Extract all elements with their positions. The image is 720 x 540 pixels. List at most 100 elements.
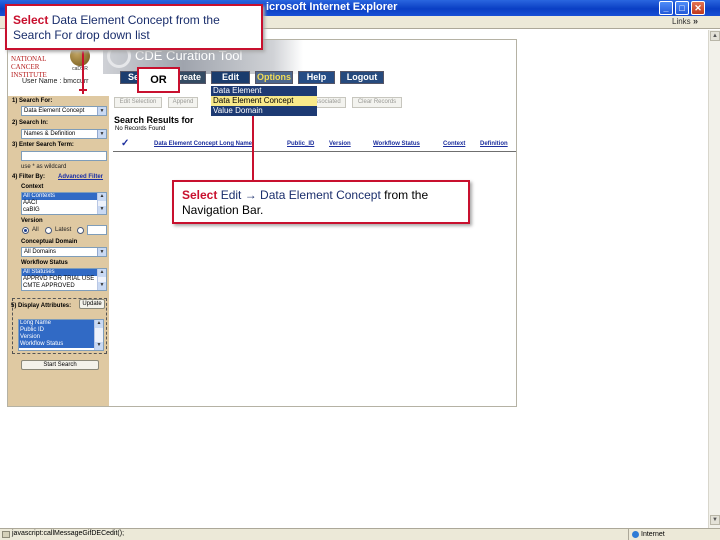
scroll-down-icon[interactable]: ▼ [710,515,720,525]
nav-options-button[interactable]: Options [255,71,293,84]
vertical-scrollbar[interactable]: ▲ ▼ [708,30,720,528]
nav-help-button[interactable]: Help [298,71,335,84]
update-button[interactable]: Update [79,299,105,309]
conceptual-domain-value: All Domains [24,249,57,255]
chevron-down-icon[interactable]: ▼ [95,342,103,350]
version-number-radio[interactable] [77,227,84,234]
arrow-right-icon: → [244,188,257,202]
cadsr-logo: caDSR [68,46,92,74]
list-item[interactable]: All Contexts [22,193,106,200]
display-attributes-group: 5) Display Attributes: Update Long Name … [11,298,107,354]
status-bar: javascript:callMessageGifDECedit(); Inte… [0,528,720,540]
status-message: javascript:callMessageGifDECedit(); [12,530,125,537]
version-latest-radio[interactable] [45,227,52,234]
links-toolbar[interactable]: Links [672,17,691,26]
close-icon[interactable]: ✕ [691,1,705,15]
app-title: CDE Curation Tool [135,48,243,63]
callout-keyword: Select [13,13,49,27]
conceptual-domain-label: Conceptual Domain [21,239,78,245]
listbox-scrollbar[interactable]: ▲ ▼ [94,320,103,350]
callout-connector-line [252,114,254,186]
filter-by-label: 4) Filter By: [12,174,46,180]
list-item[interactable]: caBIG [22,207,106,214]
workflow-status-listbox[interactable]: All Statuses APPRVD FOR TRIAL USE CMTE A… [21,268,107,291]
listbox-scrollbar[interactable]: ▲ ▼ [97,193,106,214]
chevron-icon[interactable]: » [693,16,698,26]
callout-text: Edit [217,188,245,202]
list-item[interactable]: All Statuses [22,269,106,276]
list-item[interactable]: Version [19,334,103,341]
instruction-callout-edit-menu: Select Edit → Data Element Concept from … [172,180,470,224]
append-button[interactable]: Append [168,97,198,108]
callout-connector-line [82,51,84,94]
chevron-down-icon[interactable]: ▼ [98,206,106,214]
column-workflow-status[interactable]: Workflow Status [373,141,420,147]
cadsr-label: caDSR [72,66,88,72]
edit-dropdown-menu: Data Element Data Element Concept Value … [211,86,317,116]
list-item[interactable]: APPRVD FOR TRIAL USE [22,276,106,283]
no-records-label: No Records Found [115,126,166,132]
callout-keyword: Select [182,188,218,202]
column-version[interactable]: Version [329,141,351,147]
list-item[interactable]: Public ID [19,327,103,334]
window-title: icrosoft Internet Explorer [266,1,398,13]
callout-connector-line [79,89,87,91]
menu-item-data-element[interactable]: Data Element [211,86,317,96]
chevron-up-icon[interactable]: ▲ [98,269,106,277]
display-attributes-label: 5) Display Attributes: [11,303,72,309]
wildcard-note: use * as wildcard [21,164,67,170]
or-label: OR [137,67,180,93]
search-results-title: Search Results for [114,115,194,125]
search-panel: 1) Search For: Data Element Concept ▼ 2)… [8,96,109,406]
chevron-down-icon[interactable]: ▼ [98,282,106,290]
check-icon[interactable]: ✓ [121,138,129,149]
display-attributes-listbox[interactable]: Long Name Public ID Version Workflow Sta… [18,319,104,351]
list-item[interactable]: Long Name [19,320,103,327]
column-context[interactable]: Context [443,141,465,147]
menu-item-data-element-concept[interactable]: Data Element Concept [211,96,317,106]
workflow-status-label: Workflow Status [21,260,68,266]
list-item[interactable]: CMTE APPROVED [22,283,106,290]
search-for-select[interactable]: Data Element Concept ▼ [21,106,107,116]
search-in-label: 2) Search In: [12,120,49,126]
security-zone: Internet [628,529,665,540]
version-latest-label: Latest [55,227,72,233]
column-public-id[interactable]: Public_ID [287,141,314,147]
column-long-name[interactable]: Data Element Concept Long Name [154,141,252,147]
chevron-up-icon[interactable]: ▲ [95,320,103,328]
scroll-up-icon[interactable]: ▲ [710,31,720,41]
search-in-value: Names & Definition [24,131,76,137]
instruction-callout-search-for: Select Data Element Concept from the Sea… [5,4,263,50]
chevron-down-icon[interactable]: ▼ [97,107,106,115]
nav-edit-button[interactable]: Edit [211,71,250,84]
search-for-label: 1) Search For: [12,98,53,104]
conceptual-domain-select[interactable]: All Domains ▼ [21,247,107,257]
search-term-input[interactable] [21,151,107,161]
chevron-down-icon[interactable]: ▼ [97,248,106,256]
results-table-header: ✓ Data Element Concept Long Name Public_… [113,138,516,152]
page-icon [2,531,10,538]
menu-item-value-domain[interactable]: Value Domain [211,106,317,116]
edit-selection-button[interactable]: Edit Selection [114,97,162,108]
search-for-value: Data Element Concept [24,108,85,114]
chevron-down-icon[interactable]: ▼ [97,130,106,138]
column-definition[interactable]: Definition [480,141,508,147]
version-label: Version [21,218,43,224]
username-label: User Name : bmccurr [22,78,89,85]
callout-text: Data Element Concept [256,188,381,202]
list-item[interactable]: Workflow Status [19,341,103,348]
version-number-input[interactable] [87,225,107,235]
clear-records-button[interactable]: Clear Records [352,97,402,108]
version-all-radio[interactable] [22,227,29,234]
chevron-up-icon[interactable]: ▲ [98,193,106,201]
nav-logout-button[interactable]: Logout [340,71,384,84]
context-listbox[interactable]: All Contexts AACI caBIG ▲ ▼ [21,192,107,215]
nci-logo-text: NATIONAL CANCER INSTITUTE [11,55,47,79]
list-item[interactable]: AACI [22,200,106,207]
listbox-scrollbar[interactable]: ▲ ▼ [97,269,106,290]
maximize-icon[interactable]: □ [675,1,689,15]
start-search-button[interactable]: Start Search [21,360,99,370]
minimize-icon[interactable]: _ [659,1,673,15]
advanced-filter-link[interactable]: Advanced Filter [58,174,103,180]
search-in-select[interactable]: Names & Definition ▼ [21,129,107,139]
